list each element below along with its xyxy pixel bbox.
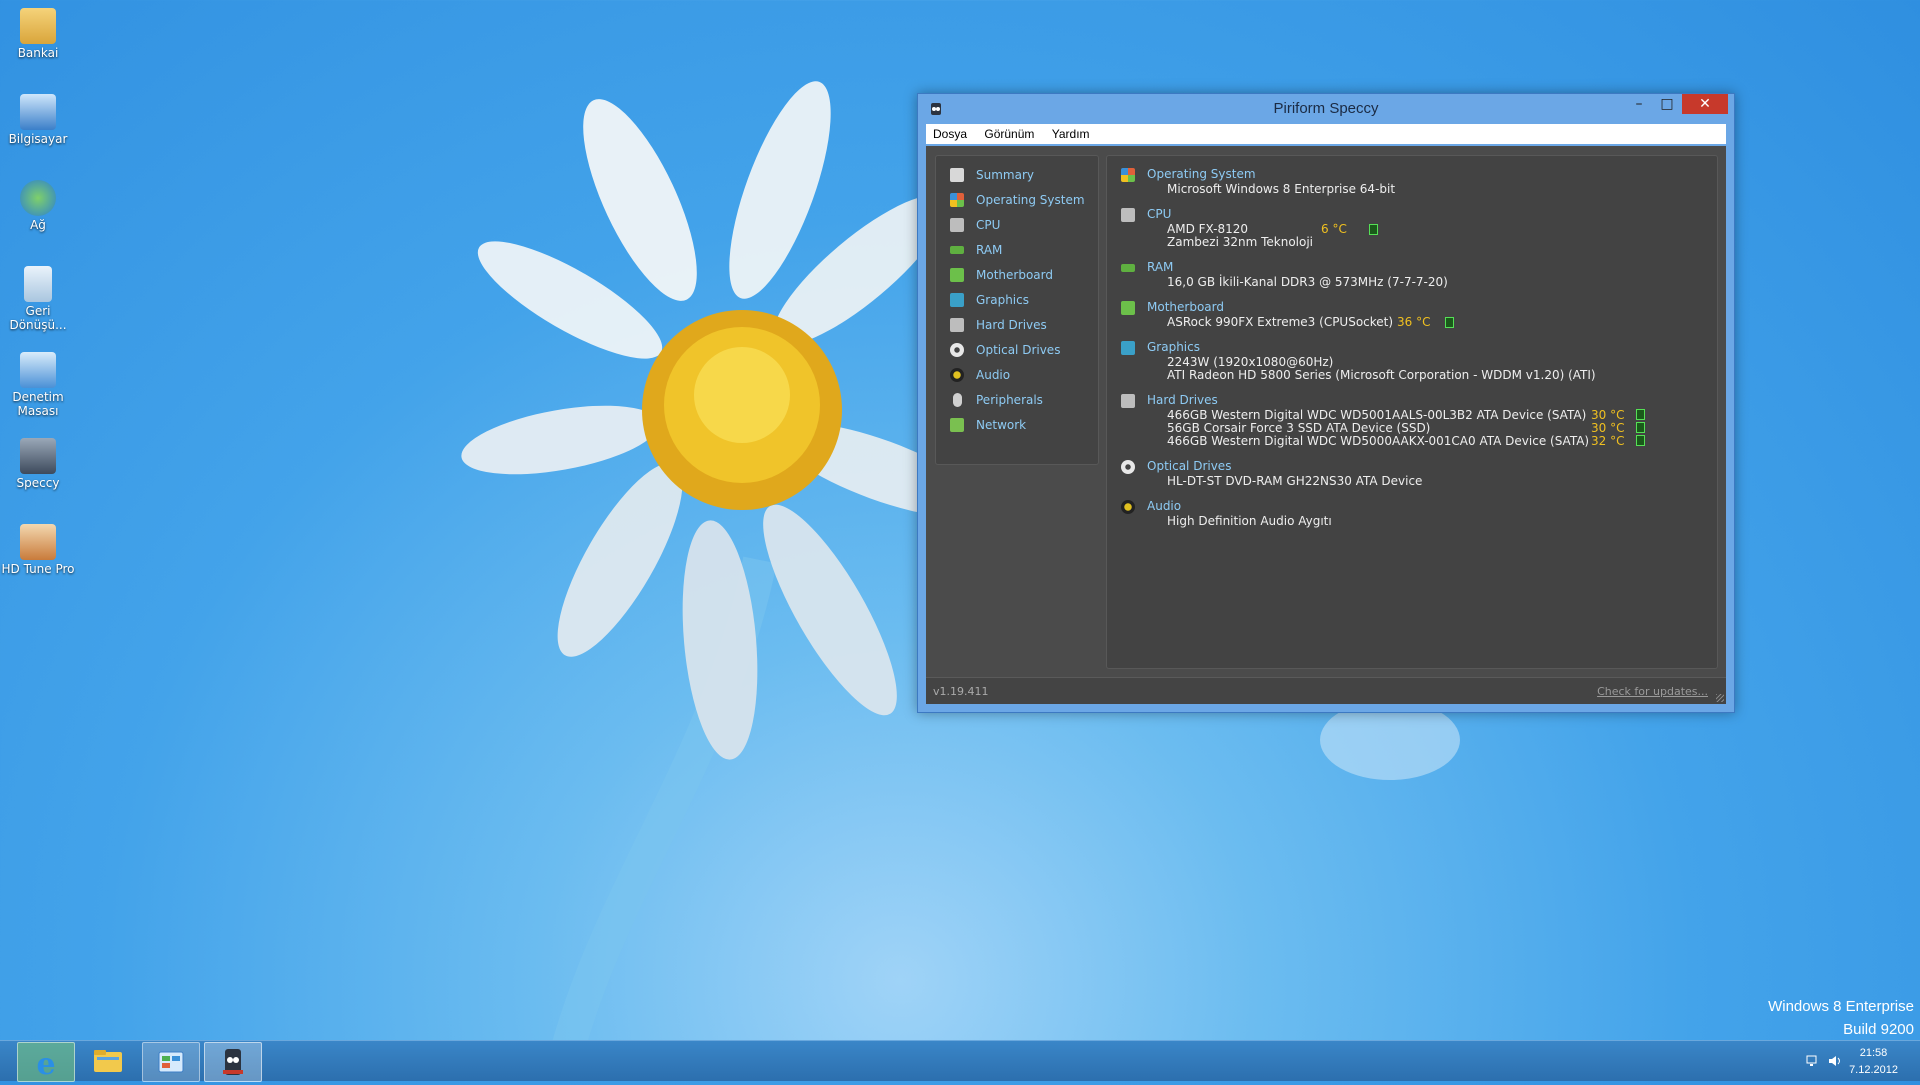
recycle-bin-icon (24, 266, 52, 302)
motherboard-icon (950, 268, 964, 282)
section-title: RAM (1147, 260, 1174, 274)
taskbar-speccy[interactable] (204, 1042, 262, 1082)
close-button[interactable]: ✕ (1682, 94, 1728, 114)
temp-indicator (1636, 422, 1645, 433)
title-bar[interactable]: Piriform Speccy – □ ✕ (918, 94, 1734, 122)
system-clock[interactable]: 21:58 7.12.2012 (1849, 1045, 1898, 1079)
graphics-icon (1121, 341, 1135, 355)
network-icon (20, 180, 56, 216)
file-explorer-icon (94, 1050, 122, 1072)
section-title: Audio (1147, 499, 1182, 513)
audio-icon (950, 368, 964, 382)
hard-drive-icon (1121, 394, 1135, 408)
section-title: Graphics (1147, 340, 1200, 354)
hard-drive-icon (950, 318, 964, 332)
desktop-icon-ag[interactable]: Ağ (0, 174, 76, 232)
graphics-card: ATI Radeon HD 5800 Series (Microsoft Cor… (1167, 368, 1596, 382)
motherboard-icon (1121, 301, 1135, 315)
internet-explorer-icon: e (36, 1047, 55, 1082)
menu-gorunum[interactable]: Görünüm (977, 124, 1041, 141)
temp-indicator (1369, 224, 1378, 235)
optical-drive-icon (950, 343, 964, 357)
client-area: Summary Operating System CPU RAM Motherb… (926, 146, 1726, 704)
section-title: Motherboard (1147, 300, 1224, 314)
desktop-icon-speccy[interactable]: Speccy (0, 432, 76, 490)
motherboard-temp: 36 °C (1397, 315, 1431, 329)
minimize-button[interactable]: – (1626, 94, 1652, 114)
peripherals-icon (953, 393, 962, 407)
windows-icon (1121, 168, 1135, 182)
hard-drive-temp: 30 °C (1591, 408, 1625, 422)
section-title: Operating System (1147, 167, 1256, 181)
menu-bar: Dosya Görünüm Yardım (926, 124, 1726, 144)
control-panel-icon (158, 1051, 184, 1073)
section-title: CPU (1147, 207, 1172, 221)
graphics-icon (950, 293, 964, 307)
ram-icon (950, 246, 964, 254)
sidebar: Summary Operating System CPU RAM Motherb… (935, 155, 1099, 465)
window-title: Piriform Speccy (1273, 100, 1379, 117)
menu-dosya[interactable]: Dosya (926, 124, 974, 141)
cpu-detail: Zambezi 32nm Teknoloji (1167, 235, 1314, 249)
control-panel-icon (20, 352, 56, 388)
desktop-icon-control-panel[interactable]: Denetim Masası (0, 346, 76, 418)
desktop-icon-bankai[interactable]: Bankai (0, 2, 76, 60)
temp-indicator (1445, 317, 1454, 328)
cpu-icon (950, 218, 964, 232)
audio-icon (1121, 500, 1135, 514)
cpu-temp: 6 °C (1321, 222, 1347, 236)
audio-value: High Definition Audio Aygıtı (1167, 514, 1332, 528)
summary-panel: Operating System Microsoft Windows 8 Ent… (1106, 155, 1718, 669)
network-tray-icon[interactable] (1806, 1055, 1820, 1067)
cpu-model: AMD FX-8120 (1167, 222, 1249, 236)
taskbar-internet-explorer[interactable]: e (17, 1042, 75, 1082)
os-value: Microsoft Windows 8 Enterprise 64-bit (1167, 182, 1396, 196)
version-label: v1.19.411 (933, 685, 989, 698)
desktop-icon-recycle-bin[interactable]: Geri Dönüşü... (0, 260, 76, 332)
desktop-icon-hd-tune[interactable]: HD Tune Pro (0, 518, 76, 576)
hard-drive-item: 466GB Western Digital WDC WD5001AALS-00L… (1167, 408, 1587, 422)
watermark-build: Build 9200 (1843, 1021, 1914, 1038)
motherboard-value: ASRock 990FX Extreme3 (CPUSocket) (1167, 315, 1394, 329)
hard-drive-item: 466GB Western Digital WDC WD5000AAKX-001… (1167, 434, 1590, 448)
section-title: Optical Drives (1147, 459, 1232, 473)
hard-drive-item: 56GB Corsair Force 3 SSD ATA Device (SSD… (1167, 421, 1431, 435)
ram-value: 16,0 GB İkili-Kanal DDR3 @ 573MHz (7-7-7… (1167, 275, 1448, 289)
hard-drive-temp: 30 °C (1591, 421, 1625, 435)
clock-date: 7.12.2012 (1849, 1064, 1898, 1076)
section-title: Hard Drives (1147, 393, 1218, 407)
ram-icon (1121, 264, 1135, 272)
summary-icon (950, 168, 964, 182)
optical-value: HL-DT-ST DVD-RAM GH22NS30 ATA Device (1167, 474, 1423, 488)
taskbar: e 21:58 7.12.2012 (0, 1040, 1920, 1082)
taskbar-file-explorer[interactable] (80, 1042, 136, 1080)
temp-indicator (1636, 409, 1645, 420)
svg-text:e: e (36, 1047, 55, 1081)
cpu-icon (1121, 208, 1135, 222)
speccy-icon (223, 1049, 243, 1075)
speccy-icon (20, 438, 56, 474)
temp-indicator (1636, 435, 1645, 446)
windows-watermark: Windows 8 Enterprise Build 9200 (1768, 995, 1914, 1041)
maximize-button[interactable]: □ (1654, 94, 1680, 114)
menu-yardim[interactable]: Yardım (1045, 124, 1097, 141)
hard-drive-temp: 32 °C (1591, 434, 1625, 448)
network-icon (950, 418, 964, 432)
folder-icon (20, 8, 56, 44)
desktop-icon-bilgisayar[interactable]: Bilgisayar (0, 88, 76, 146)
check-updates-link[interactable]: Check for updates... (1597, 685, 1708, 698)
clock-time: 21:58 (1859, 1047, 1888, 1059)
optical-drive-icon (1121, 460, 1135, 474)
speccy-window: Piriform Speccy – □ ✕ Dosya Görünüm Yard… (917, 93, 1735, 713)
computer-icon (20, 94, 56, 130)
taskbar-control-panel[interactable] (142, 1042, 200, 1082)
hd-tune-icon (20, 524, 56, 560)
volume-icon[interactable] (1828, 1055, 1842, 1067)
watermark-edition: Windows 8 Enterprise (1768, 998, 1914, 1015)
status-bar: v1.19.411 Check for updates... (926, 677, 1726, 704)
resize-grip[interactable] (1716, 694, 1724, 702)
graphics-monitor: 2243W (1920x1080@60Hz) (1167, 355, 1334, 369)
windows-icon (950, 193, 964, 207)
